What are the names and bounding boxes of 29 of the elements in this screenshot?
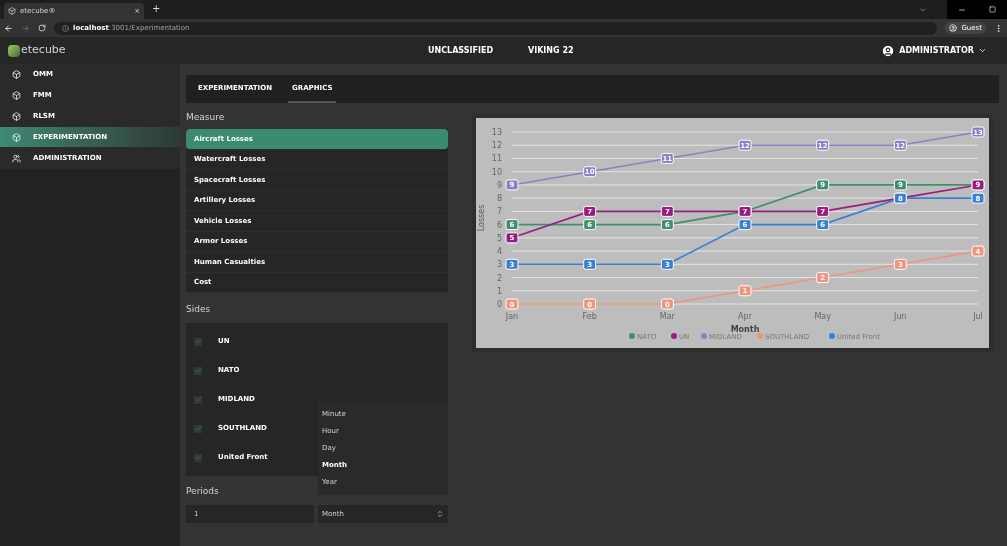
x-tick-label: Jul	[973, 312, 983, 321]
y-tick-label: 13	[491, 128, 502, 137]
exercise-name: VIKING 22	[528, 44, 575, 57]
x-tick-label: Feb	[582, 312, 597, 321]
y-tick-label: 4	[496, 247, 502, 257]
y-tick-label: 8	[496, 194, 502, 204]
y-tick-label: 3	[496, 260, 502, 270]
x-tick-label: May	[814, 312, 831, 321]
logo-text: etecube	[21, 42, 66, 59]
x-tick-label: Jun	[894, 312, 907, 321]
classification-label: UNCLASSIFIED	[428, 44, 495, 57]
x-axis-title: Month	[730, 325, 760, 334]
y-tick-label: 7	[496, 207, 502, 217]
y-tick-label: 9	[496, 180, 502, 190]
section-title: Measure	[186, 111, 226, 125]
y-axis-title: Losses	[477, 204, 486, 232]
y-tick-label: 1	[496, 286, 502, 296]
y-tick-label: 11	[491, 154, 502, 164]
section-title: Periods	[186, 485, 220, 499]
y-tick-label: 10	[491, 167, 502, 177]
y-tick-label: 5	[496, 233, 502, 243]
y-tick-label: 2	[496, 273, 502, 283]
y-tick-label: 12	[491, 141, 502, 151]
x-tick-label: Mar	[659, 312, 675, 321]
y-tick-label: 0	[496, 300, 502, 309]
x-tick-label: Jan	[505, 312, 519, 321]
x-tick-label: Apr	[738, 312, 752, 321]
section-title: Sides	[186, 303, 212, 317]
y-tick-label: 6	[496, 220, 502, 230]
